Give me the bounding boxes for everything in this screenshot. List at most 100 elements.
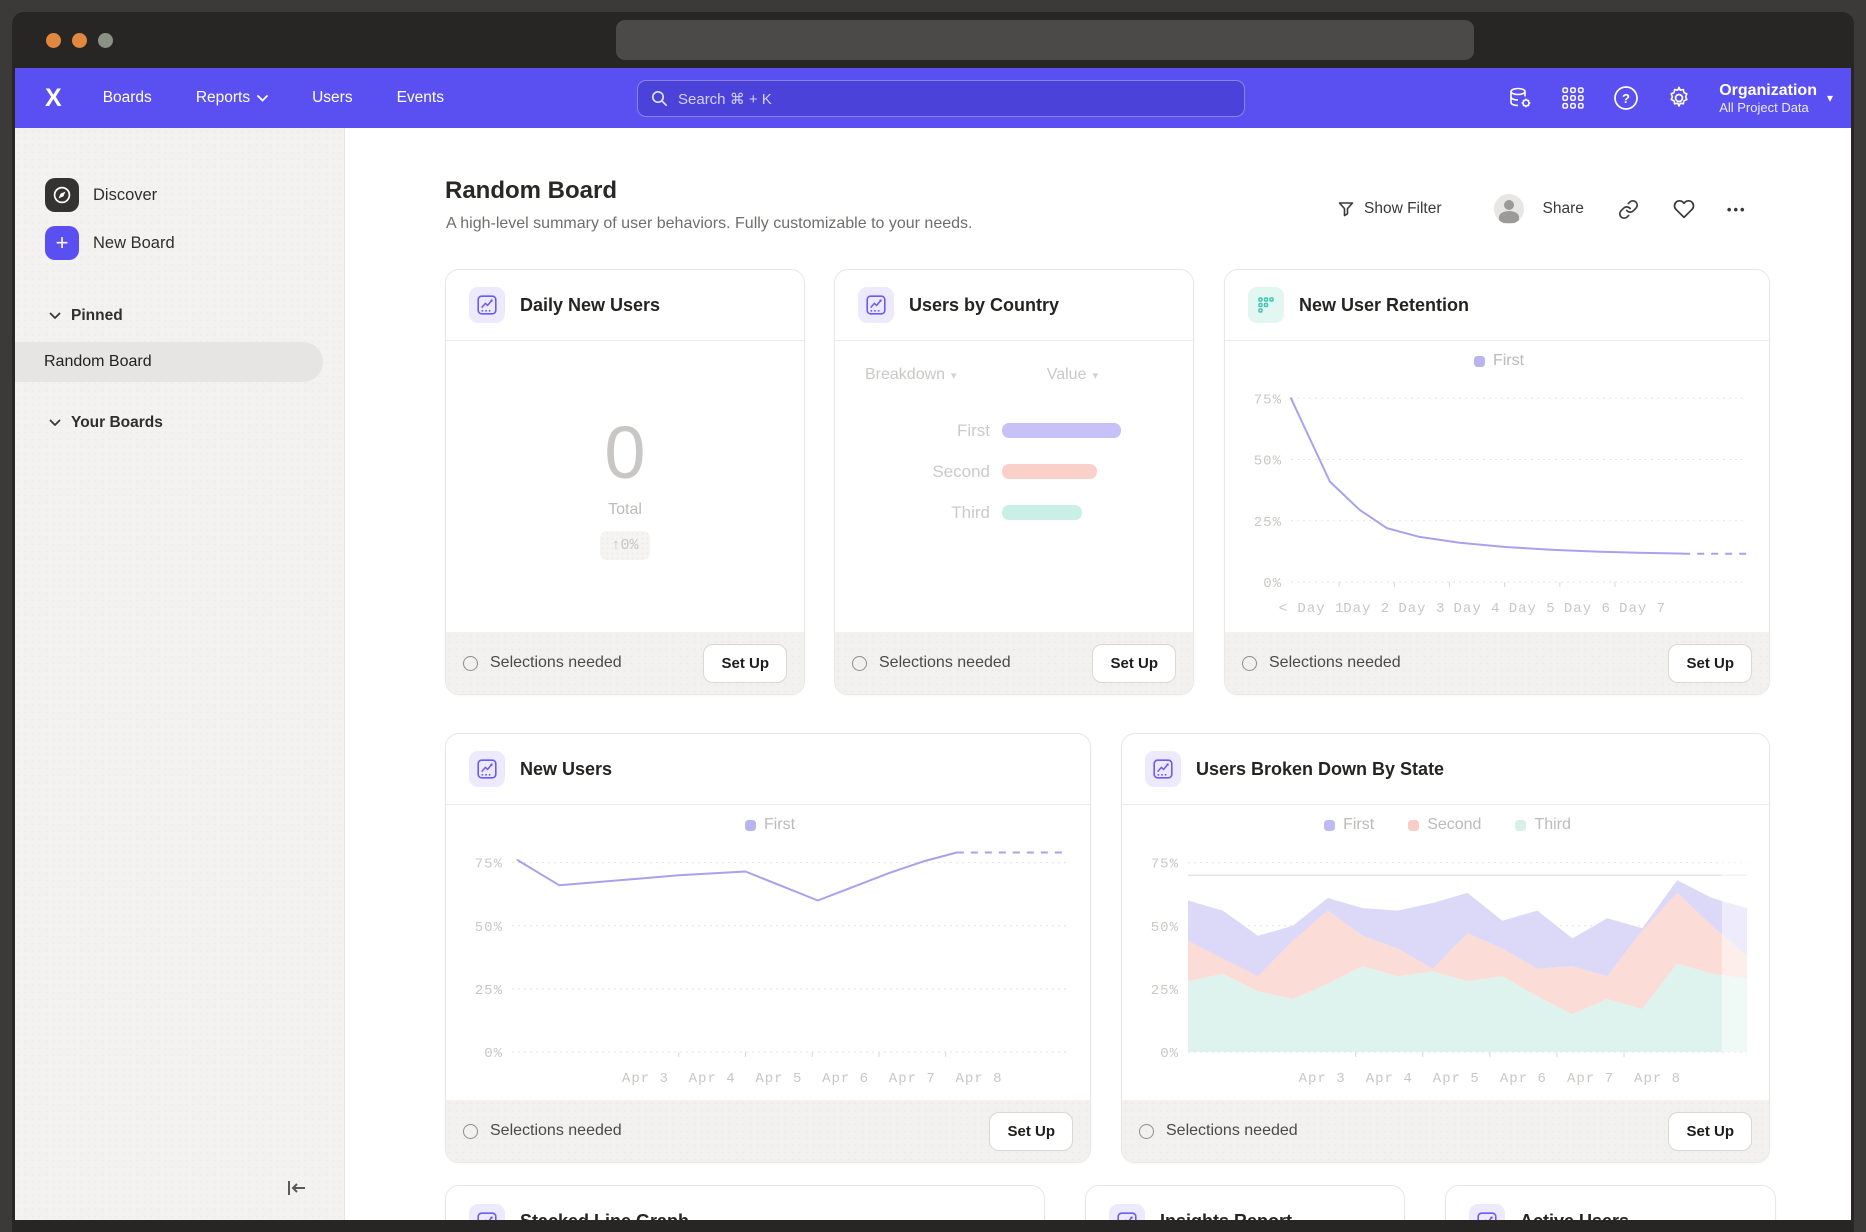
mixpanel-logo[interactable]: X — [45, 84, 61, 113]
sidebar: Discover + New Board Pinned Random Board… — [15, 128, 345, 1220]
traffic-lights — [46, 33, 113, 48]
svg-text:0%: 0% — [484, 1046, 503, 1062]
svg-text:0%: 0% — [1263, 576, 1282, 592]
sidebar-item-new-board[interactable]: + New Board — [45, 226, 344, 260]
breakdown-bar-second — [1002, 464, 1097, 479]
svg-text:Day 6: Day 6 — [1564, 601, 1611, 617]
data-management-icon[interactable] — [1507, 85, 1533, 111]
breakdown-dropdown[interactable]: Breakdown▾ — [865, 366, 957, 384]
url-bar[interactable] — [616, 20, 1474, 60]
sidebar-section-your-boards[interactable]: Your Boards — [49, 413, 344, 433]
legend-item: Second — [1408, 816, 1481, 834]
card-active-users: Active Users — [1445, 1185, 1776, 1220]
board-content: Random Board A high-level summary of use… — [345, 128, 1851, 1220]
card-users-by-state: Users Broken Down By State First Second — [1121, 733, 1770, 1163]
card-title: New Users — [520, 759, 612, 780]
status-text: Selections needed — [490, 1122, 622, 1140]
compass-icon — [45, 178, 79, 212]
breakdown-bar-third — [1002, 505, 1082, 520]
svg-text:Day 7: Day 7 — [1619, 601, 1666, 617]
nav-item-reports[interactable]: Reports — [196, 89, 268, 107]
sidebar-section-pinned[interactable]: Pinned — [49, 306, 344, 326]
traffic-light-minimize[interactable] — [72, 33, 87, 48]
help-icon[interactable]: ? — [1613, 85, 1639, 111]
top-navbar: X Boards Reports Users Events — [15, 68, 1851, 128]
nav-item-users[interactable]: Users — [312, 89, 352, 107]
status-circle-icon — [463, 1124, 478, 1139]
svg-text:Apr 4: Apr 4 — [1366, 1071, 1413, 1087]
legend-item: First — [1324, 816, 1374, 834]
card-title: Active Users — [1520, 1211, 1629, 1220]
set-up-button[interactable]: Set Up — [1092, 644, 1176, 683]
card-title: Stacked Line Graph — [520, 1211, 689, 1220]
board-actions: Show Filter Share — [1337, 191, 1747, 227]
sidebar-item-discover[interactable]: Discover — [45, 178, 344, 212]
nav-item-boards[interactable]: Boards — [103, 89, 152, 107]
legend-item: Third — [1515, 816, 1570, 834]
svg-text:50%: 50% — [1151, 920, 1179, 936]
chevron-down-icon — [49, 312, 61, 320]
set-up-button[interactable]: Set Up — [989, 1112, 1073, 1151]
org-switcher[interactable]: Organization All Project Data ▾ — [1719, 81, 1833, 116]
traffic-light-close[interactable] — [46, 33, 61, 48]
card-title: Users by Country — [909, 295, 1059, 316]
caret-down-icon: ▾ — [1092, 370, 1098, 382]
set-up-button[interactable]: Set Up — [1668, 1112, 1752, 1151]
status-circle-icon — [463, 656, 478, 671]
svg-text:25%: 25% — [1254, 515, 1282, 531]
legend-item: First — [745, 816, 795, 834]
line-chart-icon — [1469, 1204, 1505, 1221]
retention-grid-icon — [1248, 287, 1284, 323]
search-placeholder: Search ⌘ + K — [678, 90, 772, 108]
stacked-area-chart[interactable]: 75%50%25%0%Apr 3Apr 4Apr 5Apr 6Apr 7Apr … — [1140, 838, 1755, 1094]
legend-swatch — [1324, 820, 1335, 831]
legend-swatch — [745, 820, 756, 831]
legend-swatch — [1408, 820, 1419, 831]
new-users-line-chart[interactable]: 75%50%25%0%Apr 3Apr 4Apr 5Apr 6Apr 7Apr … — [464, 838, 1076, 1094]
card-title: Daily New Users — [520, 295, 660, 316]
svg-text:Apr 5: Apr 5 — [1433, 1071, 1480, 1087]
collapse-sidebar-icon — [286, 1179, 308, 1197]
nav-items: Boards Reports Users Events — [103, 89, 444, 107]
apps-grid-icon[interactable] — [1560, 85, 1586, 111]
settings-gear-icon[interactable] — [1666, 85, 1692, 111]
retention-line-chart[interactable]: 75%50%25%0%< Day 1Day 2Day 3Day 4Day 5Da… — [1243, 374, 1755, 624]
status-circle-icon — [1242, 656, 1257, 671]
caret-down-icon: ▾ — [1827, 91, 1833, 105]
svg-text:75%: 75% — [1151, 857, 1179, 873]
svg-text:?: ? — [1622, 91, 1630, 106]
metric-value: 0 — [604, 413, 645, 493]
value-dropdown[interactable]: Value▾ — [1047, 366, 1098, 384]
show-filter-button[interactable]: Show Filter — [1337, 200, 1442, 218]
search-input[interactable]: Search ⌘ + K — [637, 80, 1245, 117]
set-up-button[interactable]: Set Up — [703, 644, 787, 683]
plus-icon: + — [45, 226, 79, 260]
status-text: Selections needed — [879, 654, 1011, 672]
traffic-light-zoom[interactable] — [98, 33, 113, 48]
sidebar-item-random-board[interactable]: Random Board — [15, 342, 323, 382]
legend-swatch — [1474, 356, 1485, 367]
svg-text:Apr 7: Apr 7 — [1567, 1071, 1614, 1087]
collapse-sidebar-button[interactable] — [286, 1179, 308, 1202]
org-name: Organization — [1719, 81, 1817, 100]
more-options-button[interactable]: ••• — [1727, 202, 1747, 217]
svg-text:Day 3: Day 3 — [1398, 601, 1445, 617]
card-title: New User Retention — [1299, 295, 1469, 316]
breakdown-bar-first — [1002, 423, 1121, 438]
share-button[interactable]: Share — [1543, 200, 1584, 218]
chart-legend: First — [464, 812, 1076, 838]
svg-text:50%: 50% — [1254, 454, 1282, 470]
navbar-right: ? Organization All Project Data ▾ — [1507, 68, 1833, 128]
breakdown-row: Third — [835, 492, 1193, 533]
card-insights-report: Insights Report — [1085, 1185, 1405, 1220]
browser-window: X Boards Reports Users Events — [12, 12, 1854, 1232]
nav-item-events[interactable]: Events — [397, 89, 444, 107]
status-text: Selections needed — [1269, 654, 1401, 672]
line-chart-icon — [469, 751, 505, 787]
card-title: Users Broken Down By State — [1196, 759, 1444, 780]
svg-text:< Day 1: < Day 1 — [1279, 601, 1345, 617]
avatar[interactable] — [1494, 194, 1524, 224]
favorite-heart-icon[interactable] — [1673, 199, 1695, 219]
set-up-button[interactable]: Set Up — [1668, 644, 1752, 683]
copy-link-icon[interactable] — [1618, 199, 1639, 220]
